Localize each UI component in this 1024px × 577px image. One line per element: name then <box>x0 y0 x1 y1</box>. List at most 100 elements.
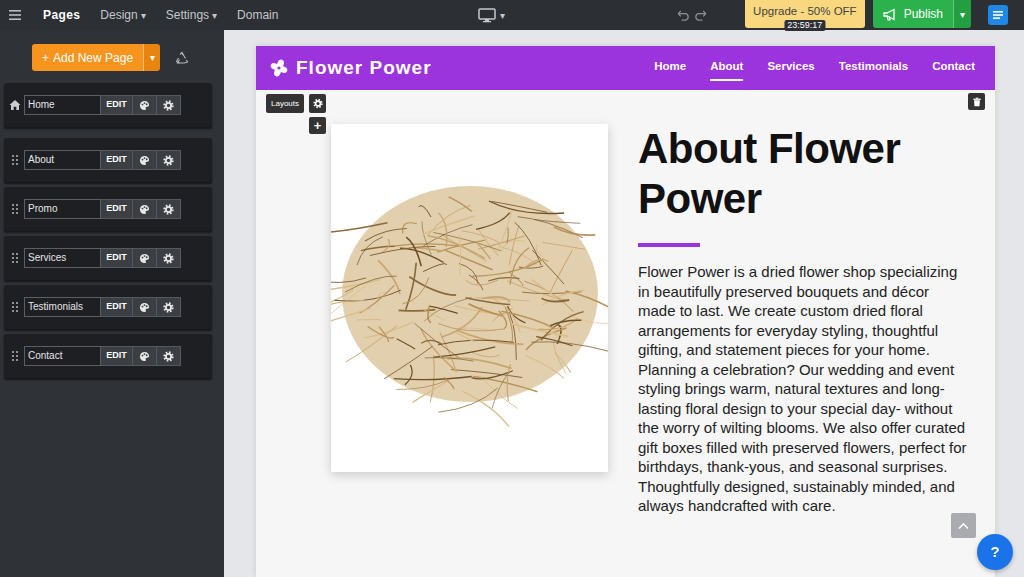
menu-label: Domain <box>237 6 278 24</box>
redo-icon[interactable] <box>694 9 707 22</box>
flower-logo-icon <box>270 59 288 77</box>
page-name-field[interactable]: Contact <box>24 346 101 366</box>
panel-toggle-button[interactable] <box>988 5 1008 25</box>
pages-sidebar: +Add New Page▾HomeEDITAboutEDITPromoEDIT… <box>0 30 224 577</box>
settings-button[interactable] <box>157 199 181 219</box>
page-item[interactable]: ServicesEDIT <box>4 236 212 280</box>
menu-item[interactable]: Domain <box>227 6 288 24</box>
menu-caret: ▾ <box>212 8 217 23</box>
edit-button[interactable]: EDIT <box>101 346 133 366</box>
canvas: Flower Power Home About Services Testimonial… <box>224 30 1024 577</box>
help-button[interactable]: ? <box>977 534 1013 570</box>
page-list: HomeEDITAboutEDITPromoEDITServicesEDITTe… <box>0 83 212 378</box>
drag-handle-icon[interactable] <box>8 300 22 314</box>
gear-icon <box>163 204 174 215</box>
nav-link[interactable]: Contact <box>932 55 975 80</box>
publish-dropdown[interactable]: ▾ <box>953 0 971 28</box>
edit-button[interactable]: EDIT <box>101 150 133 170</box>
workspace: +Add New Page▾HomeEDITAboutEDITPromoEDIT… <box>0 30 1024 577</box>
page-name-field[interactable]: Testimonials <box>24 297 101 317</box>
design-button[interactable] <box>133 297 157 317</box>
hamburger-icon[interactable] <box>7 7 23 23</box>
home-icon <box>8 98 22 112</box>
section-settings-button[interactable] <box>309 94 326 113</box>
edit-button[interactable]: EDIT <box>101 95 133 115</box>
settings-button[interactable] <box>157 346 181 366</box>
settings-button[interactable] <box>157 95 181 115</box>
plus-icon: + <box>42 49 49 67</box>
editor-window: Pages Design▾Settings▾ Domain ▾ Upgrade - 50… <box>0 0 1024 577</box>
page-name-field[interactable]: About <box>24 150 101 170</box>
add-page-row: +Add New Page▾ <box>0 44 224 71</box>
edit-button[interactable]: EDIT <box>101 297 133 317</box>
about-body: Flower Power is a dried flower shop spec… <box>638 262 968 516</box>
design-button[interactable] <box>133 248 157 268</box>
gear-icon <box>163 100 174 111</box>
upgrade-label: Upgrade - 50% OFF <box>753 3 857 20</box>
page-item[interactable]: TestimonialsEDIT <box>4 285 212 329</box>
drag-handle-icon[interactable] <box>8 202 22 216</box>
add-page-label: Add New Page <box>53 49 133 67</box>
drag-handle-icon[interactable] <box>8 349 22 363</box>
nav-link[interactable]: Home <box>654 55 686 80</box>
list-icon <box>992 9 1004 21</box>
drag-handle-icon[interactable] <box>8 153 22 167</box>
gear-icon <box>163 302 174 313</box>
drag-handle-icon[interactable] <box>8 251 22 265</box>
palette-icon <box>139 204 150 215</box>
about-title: About Flower Power <box>638 124 968 224</box>
undo-icon[interactable] <box>677 9 690 22</box>
menu-item[interactable]: Design▾ <box>90 6 155 24</box>
page-name-field[interactable]: Promo <box>24 199 101 219</box>
layouts-button[interactable]: Layouts <box>266 94 304 113</box>
menu-label: Pages <box>43 6 80 24</box>
gear-icon <box>163 351 174 362</box>
add-section-button[interactable]: + <box>309 117 326 134</box>
page-item[interactable]: ContactEDIT <box>4 334 212 378</box>
site-brand[interactable]: Flower Power <box>270 54 432 83</box>
recycle-icon[interactable] <box>175 51 189 65</box>
desktop-icon <box>478 8 496 23</box>
device-selector[interactable]: ▾ <box>478 8 505 23</box>
nav-link[interactable]: Services <box>767 55 814 80</box>
settings-button[interactable] <box>157 297 181 317</box>
page-item[interactable]: AboutEDIT <box>4 138 212 182</box>
menu-item[interactable]: Settings▾ <box>156 6 227 24</box>
publish-button[interactable]: Publish <box>873 0 953 28</box>
about-section: About Flower Power Flower Power is a drie… <box>256 90 995 577</box>
page-name-field[interactable]: Home <box>24 95 101 115</box>
device-caret: ▾ <box>500 8 505 23</box>
design-button[interactable] <box>133 346 157 366</box>
nav-link[interactable]: Testimonials <box>839 55 908 80</box>
upgrade-button[interactable]: Upgrade - 50% OFF23:59:17 <box>745 0 865 28</box>
page-item[interactable]: PromoEDIT <box>4 187 212 231</box>
main-menu: Pages Design▾Settings▾ Domain <box>0 6 478 24</box>
design-button[interactable] <box>133 150 157 170</box>
menu-item[interactable]: Pages <box>33 6 90 24</box>
site-preview: Flower Power Home About Services Testimonial… <box>256 46 995 577</box>
settings-button[interactable] <box>157 150 181 170</box>
megaphone-icon <box>883 8 897 21</box>
scroll-top-button[interactable] <box>951 513 976 538</box>
design-button[interactable] <box>133 199 157 219</box>
add-page-dropdown[interactable]: ▾ <box>143 44 160 71</box>
trash-icon <box>972 97 982 107</box>
about-text: About Flower Power Flower Power is a drie… <box>638 124 968 516</box>
page-name-field[interactable]: Services <box>24 248 101 268</box>
publish-group: Publish ▾ <box>873 0 971 28</box>
page-item[interactable]: HomeEDIT <box>4 83 212 127</box>
design-button[interactable] <box>133 95 157 115</box>
edit-button[interactable]: EDIT <box>101 248 133 268</box>
site-header: Flower Power Home About Services Testimonial… <box>256 46 995 90</box>
delete-section-button[interactable] <box>968 93 985 110</box>
gear-icon <box>163 253 174 264</box>
nav-link[interactable]: About <box>710 55 743 80</box>
chevron-up-icon <box>958 522 969 530</box>
publish-label: Publish <box>904 5 943 23</box>
settings-button[interactable] <box>157 248 181 268</box>
palette-icon <box>139 100 150 111</box>
palette-icon <box>139 155 150 166</box>
add-page-group: +Add New Page▾ <box>32 44 160 71</box>
add-page-button[interactable]: +Add New Page <box>32 44 143 71</box>
edit-button[interactable]: EDIT <box>101 199 133 219</box>
